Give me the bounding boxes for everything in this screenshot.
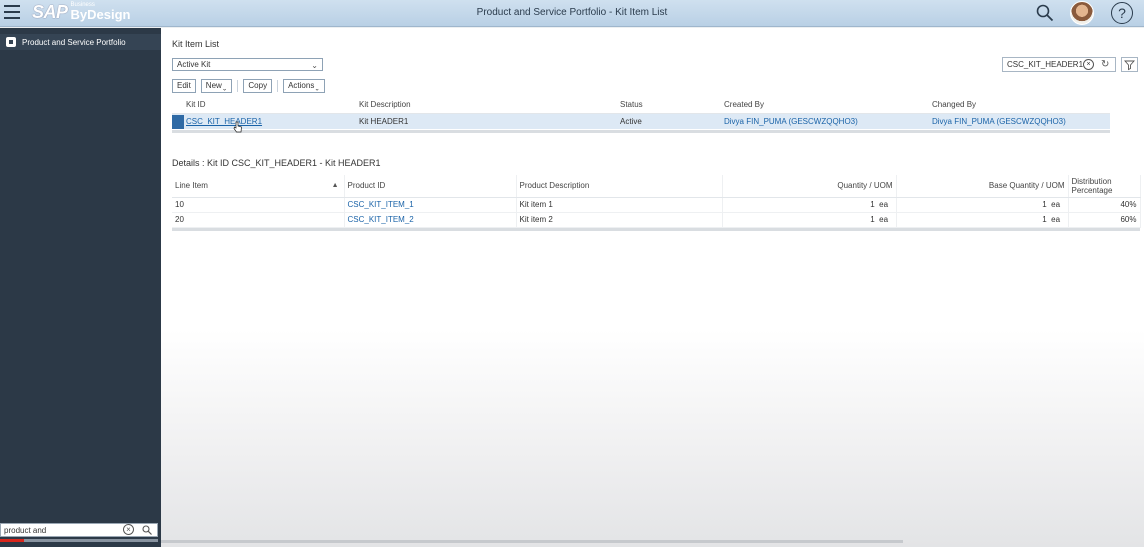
column-header[interactable]: Base Quantity / UOM <box>896 175 1069 198</box>
sidebar-item-label: Product and Service Portfolio <box>22 37 126 47</box>
nav-search-input[interactable] <box>1 524 113 536</box>
base-quantity-cell: 1 ea <box>896 197 1069 213</box>
copy-button[interactable]: Copy <box>243 79 273 93</box>
column-header[interactable]: Kit ID <box>172 97 345 114</box>
sort-ascending-icon[interactable]: ▲ <box>332 181 339 190</box>
toolbar-separator <box>237 80 239 92</box>
kit-toolbar: Edit New⌄ Copy Actions⌄ <box>172 79 330 93</box>
status-cell: Active <box>606 113 710 129</box>
product-id-link[interactable]: CSC_KIT_ITEM_1 <box>348 200 414 209</box>
quantity-cell: 1 ea <box>722 197 897 213</box>
column-header[interactable]: Distribution Percentage <box>1068 175 1141 198</box>
progress-fill <box>0 539 24 542</box>
base-quantity-cell: 1 ea <box>896 212 1069 228</box>
column-header[interactable]: Product Description <box>516 175 723 198</box>
clear-icon[interactable]: × <box>1083 59 1094 70</box>
product-id-link[interactable]: CSC_KIT_ITEM_2 <box>348 215 414 224</box>
horizontal-scrollbar[interactable] <box>161 540 903 543</box>
help-icon[interactable]: ? <box>1111 2 1133 24</box>
product-id-cell: CSC_KIT_ITEM_2 <box>344 212 517 228</box>
kit-search-value: CSC_KIT_HEADER1 <box>1007 60 1084 69</box>
line-item-cell: 20 <box>172 212 345 228</box>
column-header[interactable]: Quantity / UOM <box>722 175 897 198</box>
search-icon[interactable] <box>142 525 152 535</box>
page-title: Product and Service Portfolio - Kit Item… <box>476 7 668 18</box>
kit-list-title: Kit Item List <box>172 39 220 49</box>
new-button[interactable]: New⌄ <box>200 79 233 93</box>
table-header-row: Line Item ▲ Product ID Product Descriptio… <box>172 175 1141 198</box>
product-id-cell: CSC_KIT_ITEM_1 <box>344 197 517 213</box>
created-by-link[interactable]: Divya FIN_PUMA (GESCWZQQHO3) <box>724 117 858 126</box>
kit-id-cell: CSC_KIT_HEADER1 <box>172 113 345 129</box>
table-row[interactable]: 20 CSC_KIT_ITEM_2 Kit item 2 1 ea 1 ea 6… <box>172 212 1141 228</box>
mouse-pointer-icon <box>233 121 242 133</box>
user-avatar[interactable] <box>1070 1 1094 25</box>
kit-list-table: Kit ID Kit Description Status Created By… <box>172 97 1110 129</box>
cube-icon <box>6 37 16 47</box>
kit-id-link[interactable]: CSC_KIT_HEADER1 <box>186 117 262 126</box>
clear-icon[interactable]: × <box>123 524 134 535</box>
distribution-cell: 40% <box>1068 197 1141 213</box>
filter-icon <box>1124 60 1135 71</box>
table-footer-bar <box>172 130 1110 133</box>
product-description-cell: Kit item 2 <box>516 212 723 228</box>
kit-filter-select[interactable]: Active Kit ⌄ <box>172 58 323 71</box>
shell-bar: SAP Business ByDesign Product and Servic… <box>0 0 1144 27</box>
toolbar-separator <box>277 80 279 92</box>
filter-button[interactable] <box>1121 57 1138 72</box>
created-by-cell: Divya FIN_PUMA (GESCWZQQHO3) <box>710 113 918 129</box>
kit-filter-value: Active Kit <box>177 60 211 69</box>
quantity-cell: 1 ea <box>722 212 897 228</box>
column-header[interactable]: Product ID <box>344 175 517 198</box>
video-progress-bar[interactable] <box>0 539 158 542</box>
nav-search-box: × <box>0 523 158 537</box>
edit-button[interactable]: Edit <box>172 79 196 93</box>
kit-search-field[interactable]: CSC_KIT_HEADER1 × ↻ <box>1002 57 1116 72</box>
kit-details-table: Line Item ▲ Product ID Product Descriptio… <box>172 175 1141 228</box>
column-header[interactable]: Kit Description <box>345 97 606 114</box>
changed-by-cell: Divya FIN_PUMA (GESCWZQQHO3) <box>918 113 1110 129</box>
kit-description-cell: Kit HEADER1 <box>345 113 606 129</box>
chevron-down-icon: ⌄ <box>311 61 318 70</box>
sidebar-item-product-and-service-portfolio[interactable]: Product and Service Portfolio <box>0 34 161 50</box>
distribution-cell: 60% <box>1068 212 1141 228</box>
changed-by-link[interactable]: Divya FIN_PUMA (GESCWZQQHO3) <box>932 117 1066 126</box>
product-description-cell: Kit item 1 <box>516 197 723 213</box>
table-row[interactable]: CSC_KIT_HEADER1 Kit HEADER1 Active Divya… <box>172 113 1110 129</box>
table-row[interactable]: 10 CSC_KIT_ITEM_1 Kit item 1 1 ea 1 ea 4… <box>172 197 1141 213</box>
column-header[interactable]: Status <box>606 97 710 114</box>
line-item-cell: 10 <box>172 197 345 213</box>
search-icon[interactable] <box>1036 4 1054 22</box>
main-content: Kit Item List Active Kit ⌄ CSC_KIT_HEADE… <box>161 28 1144 547</box>
refresh-icon[interactable]: ↻ <box>1101 58 1109 71</box>
column-header[interactable]: Created By <box>710 97 918 114</box>
details-title: Details : Kit ID CSC_KIT_HEADER1 - Kit H… <box>172 158 381 168</box>
column-header[interactable]: Changed By <box>918 97 1110 114</box>
column-header-line-item[interactable]: Line Item ▲ <box>172 175 345 198</box>
actions-button[interactable]: Actions⌄ <box>283 79 325 93</box>
table-header-row: Kit ID Kit Description Status Created By… <box>172 97 1110 114</box>
table-footer-bar <box>172 228 1140 231</box>
left-navigation: Product and Service Portfolio × <box>0 28 161 547</box>
